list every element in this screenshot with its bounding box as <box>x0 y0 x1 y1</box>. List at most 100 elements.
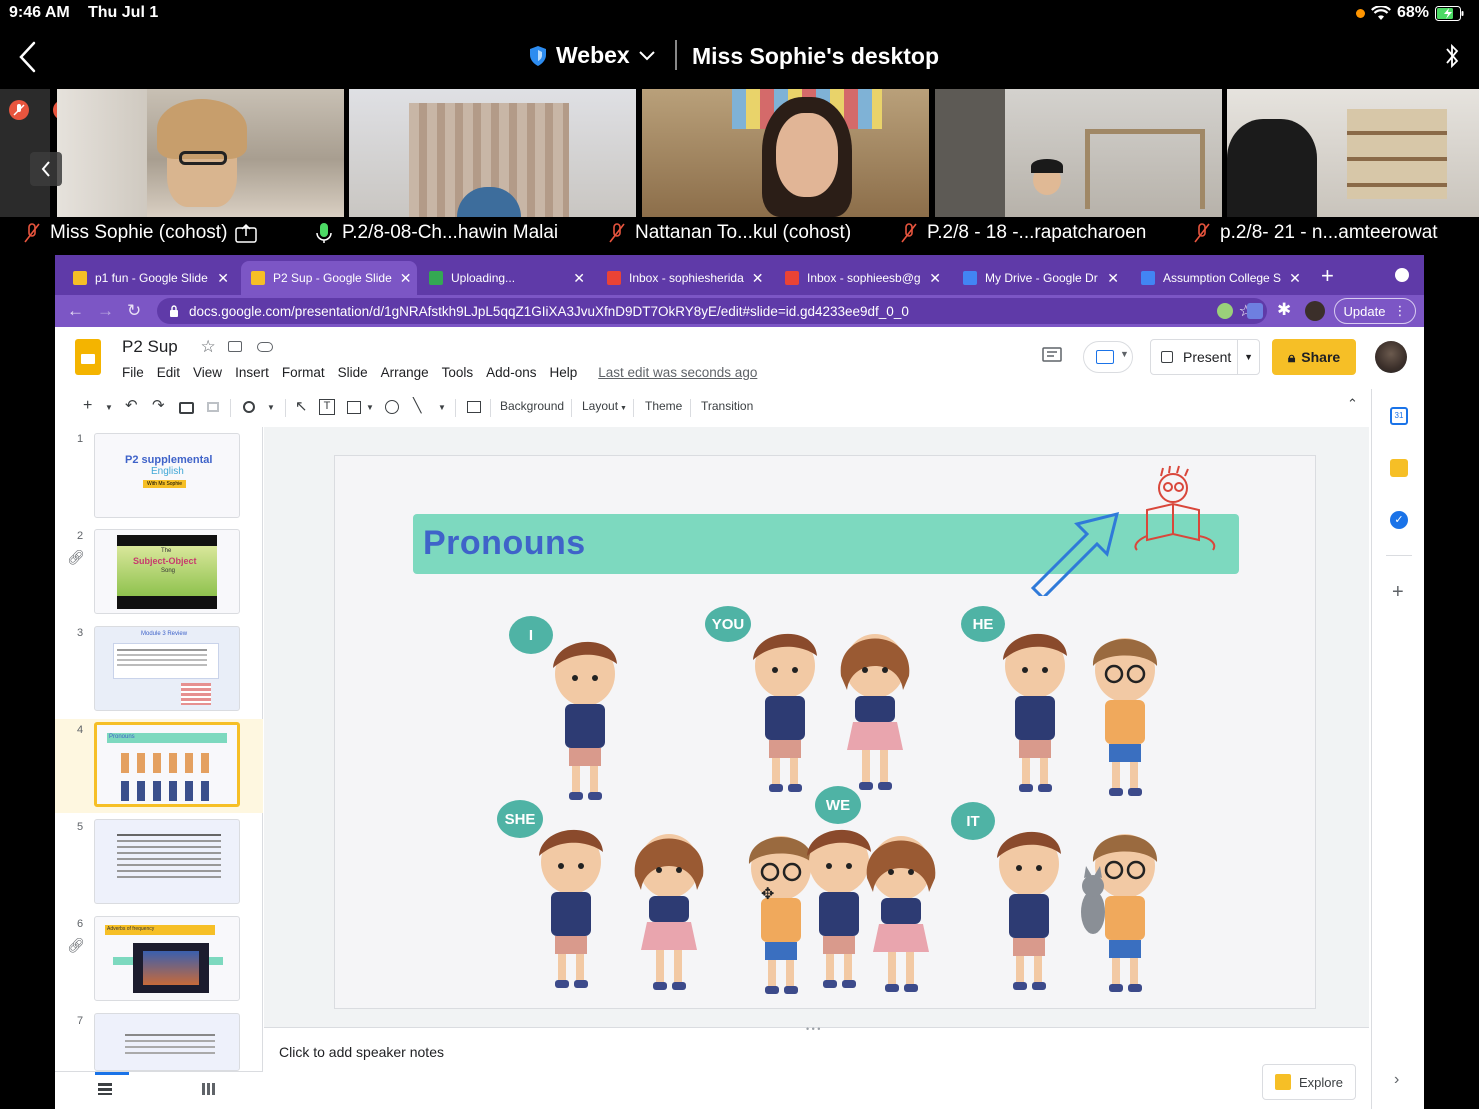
undo-icon[interactable]: ↶ <box>125 396 138 414</box>
google-slides-logo[interactable] <box>75 339 101 375</box>
presentation-title[interactable]: P2 Sup ☆ <box>122 337 274 357</box>
menu-slide[interactable]: Slide <box>338 365 368 380</box>
slide-thumbnail-5[interactable] <box>94 819 240 904</box>
gmail-favicon-icon <box>785 271 799 285</box>
print-icon[interactable] <box>179 402 194 414</box>
link-icon: 🔗︎ <box>67 549 85 565</box>
notes-resize-handle[interactable]: • • • <box>806 1024 820 1034</box>
slide-thumbnail-6[interactable]: Adverbs of frequency <box>94 916 240 1001</box>
battery-percent: 68% <box>1396 4 1429 21</box>
menu-edit[interactable]: Edit <box>157 365 180 380</box>
participant-video-3[interactable] <box>642 89 929 217</box>
slide-thumbnail-4[interactable]: Pronouns <box>94 722 240 807</box>
speaker-notes-placeholder[interactable]: Click to add speaker notes <box>279 1044 444 1060</box>
browser-tab-3[interactable]: Uploading... ✕ <box>419 261 595 295</box>
profile-avatar[interactable] <box>1305 301 1325 321</box>
filmstrip-view-toggle <box>55 1071 263 1109</box>
star-icon[interactable]: ☆ <box>201 337 216 356</box>
comments-icon[interactable] <box>1042 347 1062 365</box>
close-tab-icon[interactable]: ✕ <box>1289 270 1301 287</box>
menu-view[interactable]: View <box>193 365 222 380</box>
participant-video-2[interactable] <box>349 89 636 217</box>
menu-insert[interactable]: Insert <box>235 365 269 380</box>
forward-arrow-icon[interactable]: → <box>97 301 114 321</box>
reload-icon[interactable]: ↻ <box>127 301 141 321</box>
last-edit-link[interactable]: Last edit was seconds ago <box>598 365 757 380</box>
url-input[interactable]: docs.google.com/presentation/d/1gNRAfstk… <box>157 298 1267 324</box>
list-view-icon[interactable] <box>98 1083 112 1095</box>
speaker-notes[interactable]: • • • Click to add speaker notes Explore <box>264 1024 1369 1109</box>
image-icon[interactable] <box>347 401 361 414</box>
present-dropdown-icon[interactable]: ▼ <box>1237 340 1253 374</box>
add-addon-icon[interactable]: + <box>1392 581 1404 604</box>
slide-thumbnail-7[interactable] <box>94 1013 240 1071</box>
move-folder-icon[interactable] <box>228 341 243 352</box>
participant-video-1[interactable] <box>57 89 344 217</box>
extension-icon[interactable] <box>1247 303 1263 319</box>
extension-icon[interactable] <box>1217 303 1233 319</box>
expand-panel-icon[interactable]: › <box>1394 1071 1399 1089</box>
chevron-down-icon[interactable]: ▼ <box>366 403 374 412</box>
new-slide-icon[interactable]: + <box>83 397 92 415</box>
meet-present-button[interactable]: ▼ <box>1083 341 1133 373</box>
chevron-down-icon[interactable]: ▼ <box>438 403 446 412</box>
close-tab-icon[interactable]: ✕ <box>217 270 229 287</box>
browser-tab-1[interactable]: p1 fun - Google Slide ✕ <box>63 261 239 295</box>
grid-view-icon[interactable] <box>202 1083 216 1095</box>
share-button[interactable]: 🔒︎ Share <box>1272 339 1356 375</box>
new-tab-button[interactable]: + <box>1321 263 1334 289</box>
browser-tab-2[interactable]: P2 Sup - Google Slide ✕ <box>241 261 417 295</box>
browser-tab-4[interactable]: Inbox - sophiesherida ✕ <box>597 261 773 295</box>
puzzle-extensions-icon[interactable]: ✱ <box>1277 300 1291 320</box>
user-avatar[interactable] <box>1375 341 1407 373</box>
menu-format[interactable]: Format <box>282 365 325 380</box>
browser-tab-7[interactable]: Assumption College S ✕ <box>1131 261 1307 295</box>
close-tab-icon[interactable]: ✕ <box>1107 270 1119 287</box>
slide-thumbnail-1[interactable]: P2 supplemental English With Ms Sophie <box>94 433 240 518</box>
shape-icon[interactable] <box>385 400 399 414</box>
present-button[interactable]: Present ▼ <box>1150 339 1260 375</box>
slide-thumbnail-3[interactable]: Module 3 Review <box>94 626 240 711</box>
menu-file[interactable]: File <box>122 365 144 380</box>
menu-tools[interactable]: Tools <box>442 365 474 380</box>
keep-icon[interactable] <box>1390 459 1408 477</box>
slide-thumbnail-2[interactable]: The Subject-Object Song <box>94 529 240 614</box>
participant-video-5[interactable] <box>1227 89 1479 217</box>
browser-tab-5[interactable]: Inbox - sophieesb@g ✕ <box>775 261 951 295</box>
chevron-down-icon[interactable]: ▼ <box>267 403 275 412</box>
explore-button[interactable]: Explore <box>1262 1064 1356 1100</box>
cloud-status-icon[interactable] <box>257 342 274 352</box>
close-tab-icon[interactable]: ✕ <box>929 270 941 287</box>
tasks-icon[interactable]: ✓ <box>1390 511 1408 529</box>
participant-video-4[interactable] <box>935 89 1222 217</box>
layout-button[interactable]: Layout ▼ <box>582 399 627 413</box>
paint-format-icon[interactable] <box>207 402 219 412</box>
slides-header: P2 Sup ☆ File Edit View Insert Format Sl… <box>55 327 1424 389</box>
back-chevron-icon[interactable] <box>16 40 38 74</box>
webex-app-switcher[interactable]: Webex <box>528 42 656 69</box>
menu-arrange[interactable]: Arrange <box>381 365 429 380</box>
menu-help[interactable]: Help <box>549 365 577 380</box>
collapse-toolbar-icon[interactable]: ⌃ <box>1347 396 1358 412</box>
strip-scroll-left-button[interactable] <box>30 152 62 186</box>
browser-tab-6[interactable]: My Drive - Google Dr ✕ <box>953 261 1129 295</box>
current-slide[interactable]: Pronouns I YOU HE SHE WE IT ✥ <box>334 455 1316 1009</box>
menu-addons[interactable]: Add-ons <box>486 365 536 380</box>
close-tab-icon[interactable]: ✕ <box>752 270 764 287</box>
redo-icon[interactable]: ↷ <box>152 396 165 414</box>
tab-search-icon[interactable] <box>1395 268 1409 282</box>
text-box-icon[interactable]: T <box>319 399 335 415</box>
update-button[interactable]: Update ⋮ <box>1334 298 1416 324</box>
line-icon[interactable]: ╲ <box>413 397 421 414</box>
close-tab-icon[interactable]: ✕ <box>400 270 412 287</box>
background-button[interactable]: Background <box>500 399 564 413</box>
zoom-icon[interactable] <box>243 401 255 413</box>
chevron-down-icon[interactable]: ▼ <box>105 403 113 412</box>
calendar-icon[interactable]: 31 <box>1390 407 1408 425</box>
close-tab-icon[interactable]: ✕ <box>573 270 585 287</box>
add-comment-icon[interactable] <box>467 401 481 413</box>
select-cursor-icon[interactable]: ↖ <box>295 397 308 415</box>
transition-button[interactable]: Transition <box>701 399 753 413</box>
theme-button[interactable]: Theme <box>645 399 682 413</box>
back-arrow-icon[interactable]: ← <box>67 301 84 321</box>
